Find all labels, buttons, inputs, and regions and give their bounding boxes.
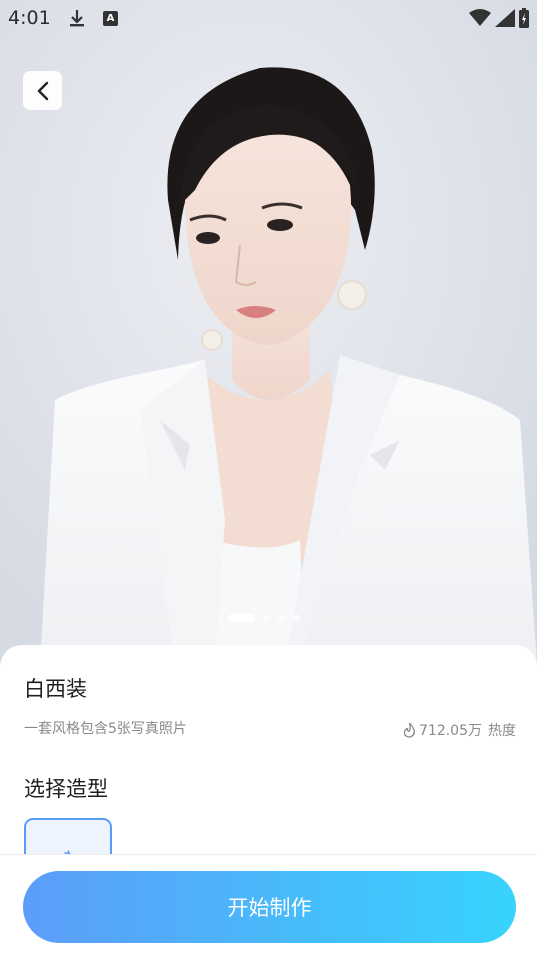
carousel-dot-active[interactable]	[228, 614, 255, 622]
battery-icon	[519, 8, 529, 28]
back-button[interactable]	[23, 71, 62, 110]
wifi-icon	[469, 9, 491, 26]
heat-label: 热度	[488, 723, 516, 739]
download-icon	[70, 10, 84, 27]
hero-photo	[0, 0, 537, 665]
status-bar: 4:01 A	[0, 0, 537, 36]
status-time: 4:01	[8, 7, 51, 29]
heat-stat: 712.05万 热度	[402, 720, 516, 740]
chevron-left-icon	[37, 81, 48, 100]
style-title: 白西装	[24, 677, 87, 701]
carousel-dot[interactable]	[277, 614, 285, 622]
section-title: 选择造型	[24, 777, 108, 801]
carousel-indicator	[228, 614, 300, 622]
heat-value: 712.05万	[419, 723, 482, 739]
portrait-illustration	[0, 0, 537, 665]
flame-icon	[403, 722, 415, 738]
style-description: 一套风格包含5张写真照片	[24, 721, 187, 737]
status-indicators	[469, 8, 529, 28]
bottom-action-bar: 开始制作	[0, 854, 537, 956]
start-creation-button[interactable]: 开始制作	[23, 871, 516, 943]
a-badge-icon: A	[103, 11, 118, 26]
carousel-dot[interactable]	[292, 614, 300, 622]
signal-icon	[495, 9, 515, 27]
carousel-dot[interactable]	[262, 614, 270, 622]
